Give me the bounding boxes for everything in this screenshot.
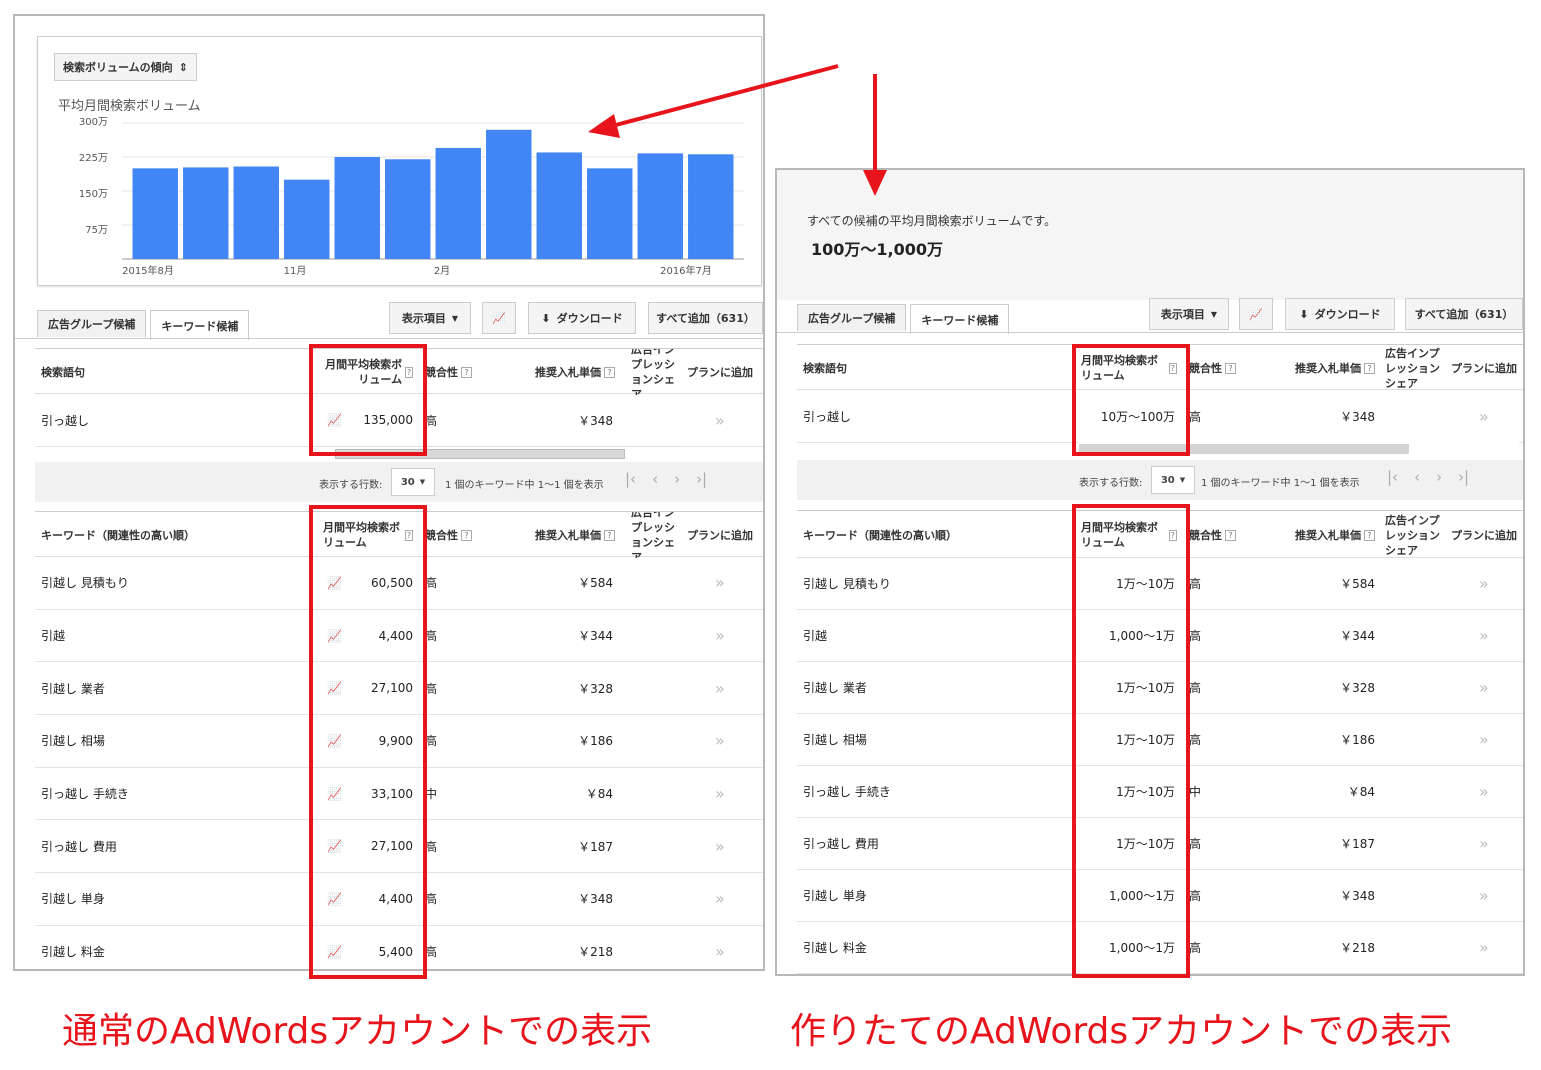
caption-left: 通常のAdWordsアカウントでの表示 [62,1011,653,1052]
caption-right: 作りたてのAdWordsアカウントでの表示 [790,1011,1453,1052]
annotation-arrows [588,64,887,196]
